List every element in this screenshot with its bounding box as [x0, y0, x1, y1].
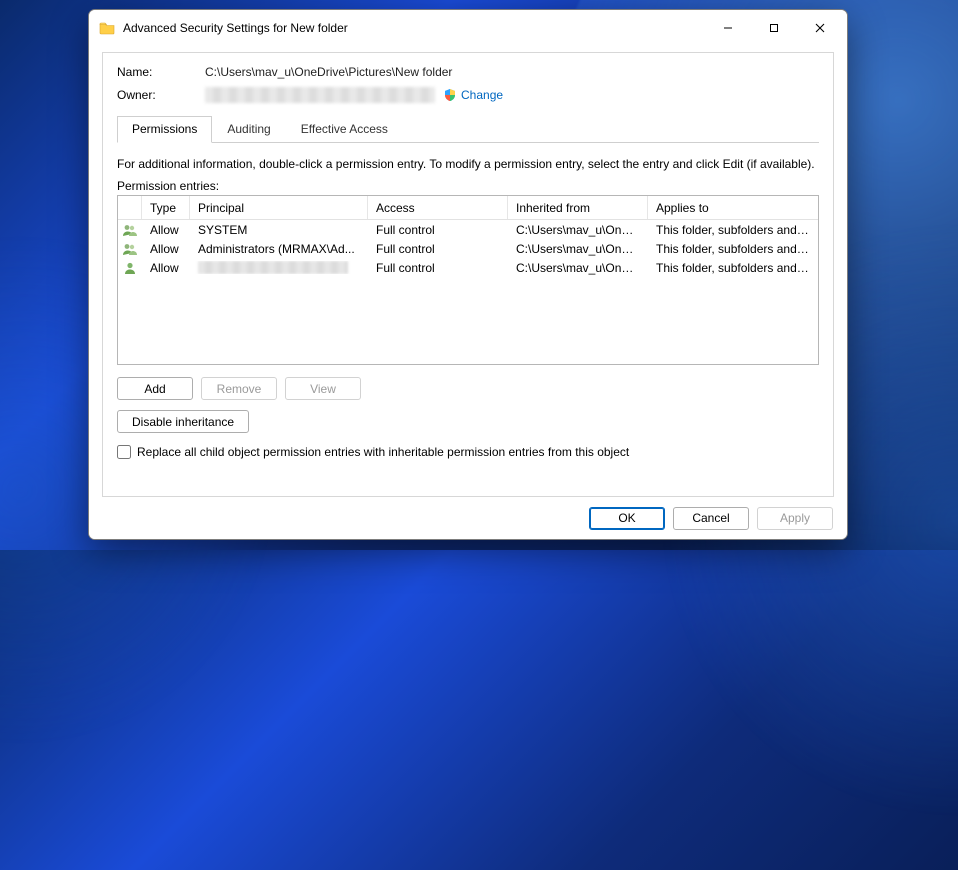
- name-value: C:\Users\mav_u\OneDrive\Pictures\New fol…: [205, 65, 452, 79]
- table-row[interactable]: Allow Full control C:\Users\mav_u\OneD..…: [118, 258, 818, 277]
- cell-type: Allow: [142, 242, 190, 256]
- col-principal[interactable]: Principal: [190, 196, 368, 219]
- apply-button[interactable]: Apply: [757, 507, 833, 530]
- dialog-footer: OK Cancel Apply: [89, 497, 847, 539]
- cell-principal: Administrators (MRMAX\Ad...: [190, 242, 368, 256]
- replace-child-label: Replace all child object permission entr…: [137, 445, 629, 459]
- col-access[interactable]: Access: [368, 196, 508, 219]
- info-text: For additional information, double-click…: [117, 157, 819, 171]
- col-type[interactable]: Type: [142, 196, 190, 219]
- owner-row: Owner: Change: [117, 87, 819, 103]
- cell-applies: This folder, subfolders and files: [648, 242, 818, 256]
- cell-access: Full control: [368, 242, 508, 256]
- tab-auditing[interactable]: Auditing: [212, 116, 285, 142]
- close-button[interactable]: [797, 13, 843, 43]
- name-row: Name: C:\Users\mav_u\OneDrive\Pictures\N…: [117, 65, 819, 79]
- cell-type: Allow: [142, 261, 190, 275]
- tabs: Permissions Auditing Effective Access: [117, 117, 819, 143]
- remove-button[interactable]: Remove: [201, 377, 277, 400]
- cell-inherited: C:\Users\mav_u\OneD...: [508, 242, 648, 256]
- add-button[interactable]: Add: [117, 377, 193, 400]
- owner-value-redacted: [205, 87, 435, 103]
- titlebar: Advanced Security Settings for New folde…: [89, 10, 847, 45]
- cell-access: Full control: [368, 261, 508, 275]
- cell-applies: This folder, subfolders and files: [648, 223, 818, 237]
- cell-inherited: C:\Users\mav_u\OneD...: [508, 223, 648, 237]
- group-icon: [122, 222, 138, 238]
- tab-permissions[interactable]: Permissions: [117, 116, 212, 143]
- replace-child-checkbox[interactable]: [117, 445, 131, 459]
- table-row[interactable]: Allow Administrators (MRMAX\Ad... Full c…: [118, 239, 818, 258]
- maximize-button[interactable]: [751, 13, 797, 43]
- cancel-button[interactable]: Cancel: [673, 507, 749, 530]
- group-icon: [122, 241, 138, 257]
- disable-inheritance-button[interactable]: Disable inheritance: [117, 410, 249, 433]
- name-label: Name:: [117, 65, 205, 79]
- col-applies[interactable]: Applies to: [648, 196, 818, 219]
- shield-icon: [443, 88, 457, 102]
- cell-applies: This folder, subfolders and files: [648, 261, 818, 275]
- advanced-security-window: Advanced Security Settings for New folde…: [88, 9, 848, 540]
- permission-entries-label: Permission entries:: [117, 179, 819, 193]
- user-icon: [122, 260, 138, 276]
- cell-type: Allow: [142, 223, 190, 237]
- table-header: Type Principal Access Inherited from App…: [118, 196, 818, 220]
- table-row[interactable]: Allow SYSTEM Full control C:\Users\mav_u…: [118, 220, 818, 239]
- change-owner-link[interactable]: Change: [461, 88, 503, 102]
- cell-inherited: C:\Users\mav_u\OneD...: [508, 261, 648, 275]
- cell-access: Full control: [368, 223, 508, 237]
- ok-button[interactable]: OK: [589, 507, 665, 530]
- view-button[interactable]: View: [285, 377, 361, 400]
- permission-table: Type Principal Access Inherited from App…: [117, 195, 819, 365]
- col-inherited[interactable]: Inherited from: [508, 196, 648, 219]
- owner-label: Owner:: [117, 88, 205, 102]
- tab-effective-access[interactable]: Effective Access: [286, 116, 403, 142]
- window-title: Advanced Security Settings for New folde…: [123, 21, 348, 35]
- cell-principal: SYSTEM: [190, 223, 368, 237]
- minimize-button[interactable]: [705, 13, 751, 43]
- cell-principal-redacted: [190, 261, 368, 274]
- folder-icon: [99, 21, 115, 35]
